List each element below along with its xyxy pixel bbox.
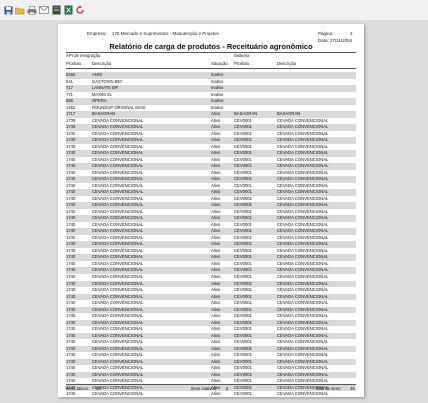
total-itens-value: 46 xyxy=(350,386,355,391)
email-icon[interactable] xyxy=(39,5,49,15)
columns-divider xyxy=(66,68,356,69)
pagina-label: Página: xyxy=(318,31,334,36)
col-header-descricao-sistema: Descrição xyxy=(277,61,297,66)
refresh-icon[interactable] xyxy=(75,5,85,15)
report-title: Relatório de carga de produtos - Receitu… xyxy=(109,42,313,51)
itens-ativos-value: 40 xyxy=(96,386,101,391)
empresa-label: Empresa: xyxy=(87,31,107,36)
col-header-produto-api: Produto xyxy=(66,61,82,66)
total-itens-label: Total de itens: xyxy=(315,386,342,391)
itens-inativos-value: 6 xyxy=(226,386,229,391)
footer-divider xyxy=(66,384,356,385)
col-header-produto-sistema: Produto xyxy=(234,61,250,66)
itens-inativos-label: Itens inativos: xyxy=(191,386,218,391)
cell-descricao-api: CEVADA CONVENCIONAL xyxy=(92,391,144,397)
cell-situacao: Ativo xyxy=(211,391,221,397)
col-header-descricao-api: Descrição xyxy=(92,61,112,66)
pagina-value: 2 xyxy=(350,31,353,36)
cell-produto-sistema: CEV0001 xyxy=(234,391,252,397)
save-icon[interactable] xyxy=(3,5,13,15)
cell-produto-api: 1740 xyxy=(66,391,76,397)
empresa-value: 176 Mercado e Suprimentos - Manutenção e… xyxy=(112,31,219,36)
cell-descricao-sistema: CEVADA CONVENCIONAL xyxy=(277,391,329,397)
section-api-integracao: API de integração xyxy=(66,53,101,58)
report-page: Empresa: 176 Mercado e Suprimentos - Man… xyxy=(58,24,364,397)
report-preview-area: Empresa: 176 Mercado e Suprimentos - Man… xyxy=(0,20,428,403)
report-table-body: 9165 ANNI Inativo 541 GASTOXIN B57 Inativo 717… xyxy=(66,72,356,397)
print-icon[interactable] xyxy=(27,5,37,15)
itens-ativos-label: Itens ativos: xyxy=(66,386,89,391)
col-header-situacao: Situação xyxy=(211,61,228,66)
table-row: 1740 CEVADA CONVENCIONAL Ativo CEV0001 CEVAD… xyxy=(66,391,356,397)
excel-icon[interactable] xyxy=(63,5,73,15)
section-sistema: Sistema xyxy=(234,53,250,58)
export-icon[interactable] xyxy=(51,5,61,15)
open-icon[interactable] xyxy=(15,5,25,15)
header-divider xyxy=(66,52,356,53)
report-viewer-toolbar xyxy=(0,0,428,20)
